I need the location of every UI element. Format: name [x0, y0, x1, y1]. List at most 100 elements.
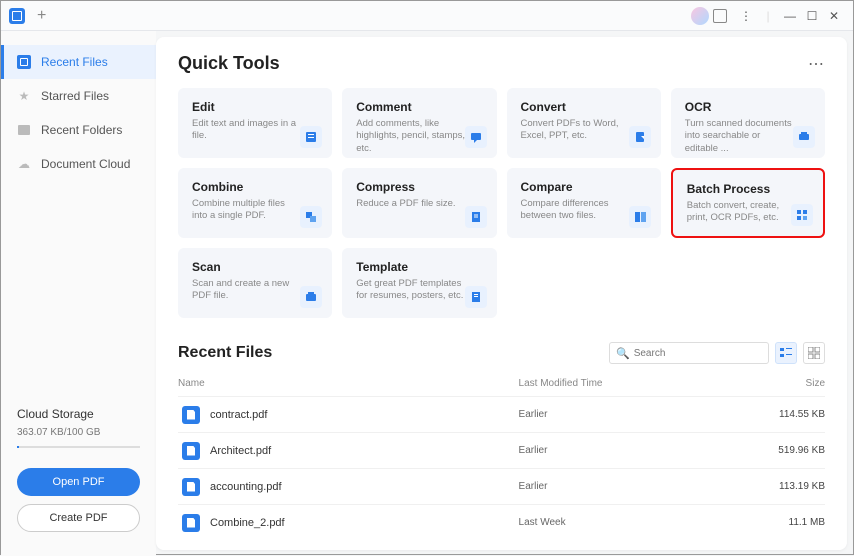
table-row[interactable]: Architect.pdf Earlier 519.96 KB — [178, 432, 825, 468]
tool-edit[interactable]: Edit Edit text and images in a file. — [178, 88, 332, 158]
cloud-icon — [17, 157, 31, 171]
scan-icon — [300, 286, 322, 308]
pdf-file-icon — [182, 514, 200, 532]
open-pdf-button[interactable]: Open PDF — [17, 468, 140, 496]
list-view-button[interactable] — [775, 342, 797, 364]
star-icon — [17, 89, 31, 103]
minimize-button[interactable]: — — [779, 9, 801, 23]
file-time: Earlier — [519, 409, 723, 420]
tool-desc: Convert PDFs to Word, Excel, PPT, etc. — [521, 118, 631, 143]
tool-convert[interactable]: Convert Convert PDFs to Word, Excel, PPT… — [507, 88, 661, 158]
file-size: 113.19 KB — [723, 481, 825, 492]
sidebar-item-label: Starred Files — [41, 89, 109, 103]
table-row[interactable]: contract.pdf Earlier 114.55 KB — [178, 396, 825, 432]
edit-icon — [300, 126, 322, 148]
compress-icon — [465, 206, 487, 228]
table-header: Name Last Modified Time Size — [178, 372, 825, 396]
col-size: Size — [723, 378, 825, 389]
tool-title: Combine — [192, 180, 318, 194]
tool-desc: Add comments, like highlights, pencil, s… — [356, 118, 466, 155]
file-name: accounting.pdf — [210, 481, 282, 493]
tool-desc: Batch convert, create, print, OCR PDFs, … — [687, 200, 797, 225]
tool-desc: Scan and create a new PDF file. — [192, 278, 302, 303]
search-field[interactable]: 🔍 — [609, 342, 769, 364]
sidebar-item-recent-files[interactable]: Recent Files — [1, 45, 156, 79]
main-content: Quick Tools ⋯ Edit Edit text and images … — [156, 37, 847, 550]
file-name: Architect.pdf — [210, 445, 271, 457]
file-size: 114.55 KB — [723, 409, 825, 420]
sidebar: Recent Files Starred Files Recent Folder… — [1, 31, 156, 556]
sidebar-item-label: Recent Folders — [41, 123, 122, 137]
profile-avatar[interactable] — [691, 7, 709, 25]
recent-files-heading: Recent Files — [178, 344, 609, 362]
tool-title: Comment — [356, 100, 482, 114]
tool-batch-process[interactable]: Batch Process Batch convert, create, pri… — [671, 168, 825, 238]
tool-compress[interactable]: Compress Reduce a PDF file size. — [342, 168, 496, 238]
recent-files-table: Name Last Modified Time Size contract.pd… — [178, 372, 825, 540]
folder-icon — [17, 123, 31, 137]
divider: | — [757, 9, 779, 23]
file-size: 519.96 KB — [723, 445, 825, 456]
tool-comment[interactable]: Comment Add comments, like highlights, p… — [342, 88, 496, 158]
new-tab-button[interactable]: + — [33, 5, 50, 27]
template-icon — [465, 286, 487, 308]
pdf-file-icon — [182, 406, 200, 424]
tool-compare[interactable]: Compare Compare differences between two … — [507, 168, 661, 238]
convert-icon — [629, 126, 651, 148]
tool-combine[interactable]: Combine Combine multiple files into a si… — [178, 168, 332, 238]
tool-title: Batch Process — [687, 182, 809, 196]
sidebar-item-document-cloud[interactable]: Document Cloud — [1, 147, 156, 181]
table-row[interactable]: accounting.pdf Earlier 113.19 KB — [178, 468, 825, 504]
tool-template[interactable]: Template Get great PDF templates for res… — [342, 248, 496, 318]
pdf-file-icon — [182, 442, 200, 460]
search-input[interactable] — [634, 348, 766, 359]
menu-dots-icon[interactable]: ⋮ — [735, 9, 757, 23]
tool-ocr[interactable]: OCR Turn scanned documents into searchab… — [671, 88, 825, 158]
col-time: Last Modified Time — [519, 378, 723, 389]
file-size: 11.1 MB — [723, 517, 825, 528]
tool-title: Compare — [521, 180, 647, 194]
close-button[interactable]: ✕ — [823, 9, 845, 23]
list-icon — [780, 347, 792, 359]
cloud-storage-label: Cloud Storage — [17, 407, 140, 421]
tools-grid: Edit Edit text and images in a file. Com… — [178, 88, 825, 318]
tool-desc: Compare differences between two files. — [521, 198, 631, 223]
tool-desc: Combine multiple files into a single PDF… — [192, 198, 302, 223]
file-name: contract.pdf — [210, 409, 267, 421]
file-name: Combine_2.pdf — [210, 517, 285, 529]
col-name: Name — [178, 378, 519, 389]
tool-title: Template — [356, 260, 482, 274]
file-time: Last Week — [519, 517, 723, 528]
file-time: Earlier — [519, 481, 723, 492]
batch-process-icon — [791, 204, 813, 226]
table-row[interactable]: Combine_2.pdf Last Week 11.1 MB — [178, 504, 825, 540]
ocr-icon — [793, 126, 815, 148]
sidebar-item-label: Document Cloud — [41, 157, 130, 171]
compare-icon — [629, 206, 651, 228]
tool-desc: Turn scanned documents into searchable o… — [685, 118, 795, 155]
tool-title: Compress — [356, 180, 482, 194]
tool-desc: Reduce a PDF file size. — [356, 198, 466, 210]
quick-tools-heading: Quick Tools — [178, 53, 808, 74]
pdf-file-icon — [182, 478, 200, 496]
grid-view-button[interactable] — [803, 342, 825, 364]
quick-tools-more-icon[interactable]: ⋯ — [808, 54, 825, 74]
tool-title: Convert — [521, 100, 647, 114]
message-icon[interactable] — [713, 9, 735, 23]
sidebar-item-starred-files[interactable]: Starred Files — [1, 79, 156, 113]
tool-desc: Get great PDF templates for resumes, pos… — [356, 278, 466, 303]
combine-icon — [300, 206, 322, 228]
search-icon: 🔍 — [616, 347, 630, 360]
maximize-button[interactable]: ☐ — [801, 9, 823, 23]
tool-desc: Edit text and images in a file. — [192, 118, 302, 143]
create-pdf-button[interactable]: Create PDF — [17, 504, 140, 532]
grid-icon — [808, 347, 820, 359]
titlebar: + ⋮ | — ☐ ✕ — [1, 1, 853, 31]
tool-scan[interactable]: Scan Scan and create a new PDF file. — [178, 248, 332, 318]
storage-bar — [17, 446, 140, 448]
tool-title: OCR — [685, 100, 811, 114]
file-time: Earlier — [519, 445, 723, 456]
cloud-storage-usage: 363.07 KB/100 GB — [17, 427, 140, 438]
tool-title: Scan — [192, 260, 318, 274]
sidebar-item-recent-folders[interactable]: Recent Folders — [1, 113, 156, 147]
